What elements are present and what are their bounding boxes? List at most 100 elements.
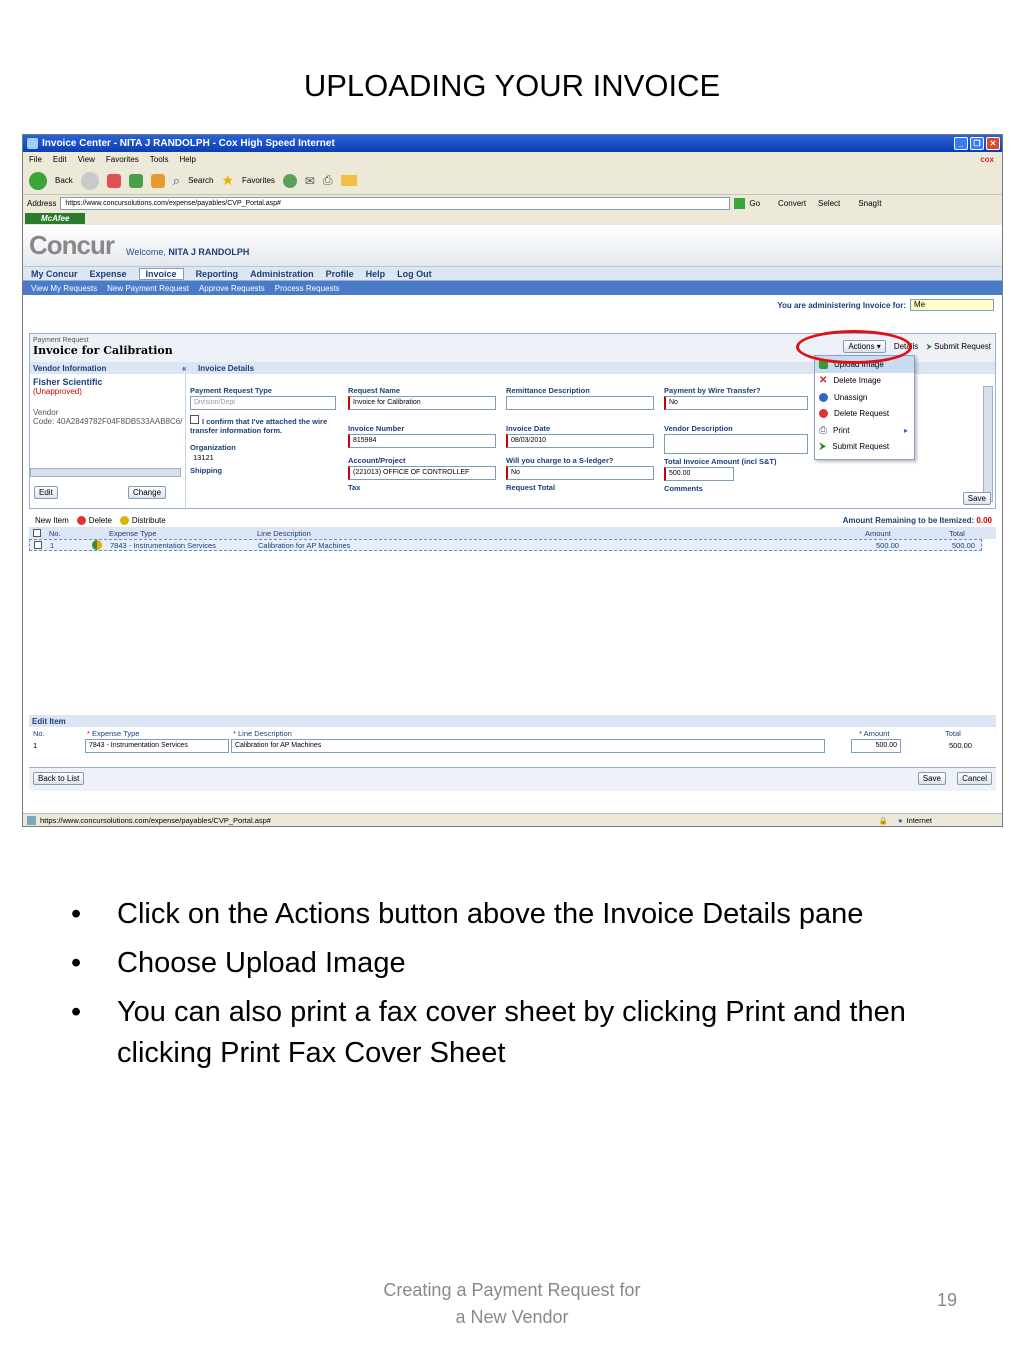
vendor-description-input[interactable] (664, 434, 808, 454)
select-button[interactable]: Select (818, 199, 840, 208)
edit-expense-type-select[interactable]: 7843 - Instrumentation Services (85, 739, 229, 753)
table-row[interactable]: 1 7843 - Instrumentation Services Calibr… (29, 539, 982, 551)
invoice-date-input[interactable]: 08/03/2010 (506, 434, 654, 448)
favorites-icon[interactable]: ★ (221, 172, 234, 189)
edit-col-expense-type: * Expense Type (87, 728, 140, 738)
submit-request-button[interactable]: Submit Request (934, 342, 991, 351)
subnav-new-payment-request[interactable]: New Payment Request (107, 284, 189, 293)
account-label: Account/Project (348, 456, 406, 465)
go-icon[interactable] (734, 197, 746, 209)
subnav-view-my-requests[interactable]: View My Requests (31, 284, 97, 293)
stop-icon[interactable] (106, 173, 121, 188)
menu-delete-request[interactable]: Delete Request (815, 406, 914, 423)
edit-vendor-button[interactable]: Edit (34, 486, 58, 499)
menu-delete-image[interactable]: ✕ Delete Image (815, 373, 914, 390)
vendor-name[interactable]: Fisher Scientific (33, 377, 185, 387)
mcafee-button[interactable]: McAfee (25, 212, 86, 224)
wire-select[interactable]: No (664, 396, 808, 410)
col-expense-type[interactable]: Expense Type (109, 529, 156, 538)
bullet-text: You can also print a fax cover sheet by … (117, 996, 906, 1069)
invoice-number-input[interactable]: 815984 (348, 434, 496, 448)
change-vendor-button[interactable]: Change (128, 486, 167, 499)
nav-help[interactable]: Help (366, 269, 386, 279)
nav-expense[interactable]: Expense (90, 269, 127, 279)
items-header: No. Expense Type Line Description Amount… (29, 527, 996, 539)
subnav-approve-requests[interactable]: Approve Requests (199, 284, 265, 293)
subnav-process-requests[interactable]: Process Requests (275, 284, 340, 293)
go-button[interactable]: Go (749, 199, 760, 208)
select-all-checkbox[interactable] (33, 529, 41, 537)
col-line-description[interactable]: Line Description (257, 529, 311, 538)
forward-icon[interactable] (80, 171, 99, 190)
save-item-button[interactable]: Save (917, 772, 946, 785)
save-details-button[interactable]: Save (962, 492, 991, 505)
menu-help[interactable]: Help (179, 155, 195, 164)
nav-profile[interactable]: Profile (326, 269, 354, 279)
row-checkbox[interactable] (34, 541, 42, 549)
edit-label: Edit (39, 488, 53, 497)
back-label[interactable]: Back (55, 176, 73, 185)
cancel-item-label: Cancel (962, 774, 987, 783)
snagit-button[interactable]: SnagIt (858, 199, 881, 208)
nav-invoice[interactable]: Invoice (138, 267, 184, 280)
refresh-icon[interactable] (128, 173, 143, 188)
admin-select[interactable]: Me (910, 299, 994, 311)
menu-delete-request-label: Delete Request (834, 409, 890, 419)
nav-administration[interactable]: Administration (250, 269, 314, 279)
menu-tools[interactable]: Tools (150, 155, 169, 164)
total-amount-input[interactable]: 500.00 (664, 467, 734, 481)
menu-unassign[interactable]: Unassign (815, 389, 914, 406)
convert-button[interactable]: Convert (778, 199, 806, 208)
vendor-scrollbar[interactable] (30, 468, 181, 477)
edit-col-amount: * Amount (859, 728, 890, 738)
menu-submit-request[interactable]: ⮞ Submit Request (815, 439, 914, 456)
menu-favorites[interactable]: Favorites (106, 155, 139, 164)
save-details-label: Save (967, 494, 986, 503)
search-icon[interactable]: ⌕ (173, 173, 180, 189)
back-to-list-button[interactable]: Back to List (33, 772, 85, 785)
nav-my-concur[interactable]: My Concur (31, 269, 78, 279)
menu-unassign-label: Unassign (834, 392, 868, 402)
remittance-input[interactable] (506, 396, 654, 410)
home-icon[interactable] (150, 173, 165, 188)
col-no[interactable]: No. (49, 529, 61, 538)
print-icon[interactable]: ⎙ (323, 173, 333, 188)
new-item-button[interactable]: New Item (35, 516, 69, 525)
cancel-item-button[interactable]: Cancel (957, 772, 992, 785)
distribute-button[interactable]: Distribute (132, 516, 166, 525)
payment-request-type-select[interactable]: Division/Dept (190, 396, 336, 410)
close-button[interactable]: ✕ (986, 137, 1000, 150)
address-input[interactable]: https://www.concursolutions.com/expense/… (60, 196, 731, 210)
edit-amount-input[interactable]: 500.00 (851, 739, 901, 753)
minimize-button[interactable]: _ (954, 137, 968, 150)
restore-button[interactable]: ❐ (970, 137, 984, 150)
menu-edit[interactable]: Edit (53, 155, 67, 164)
details-scrollbar[interactable] (983, 386, 993, 502)
actions-menu: Upload Image ✕ Delete Image Unassign Dele… (814, 355, 915, 460)
favorites-label[interactable]: Favorites (242, 176, 275, 185)
request-name-input[interactable]: Invoice for Calibration (348, 396, 496, 410)
edit-description-input[interactable]: Calibration for AP Machines (231, 739, 825, 753)
search-label[interactable]: Search (188, 176, 213, 185)
vendor-section-title: Vendor Information (33, 363, 107, 373)
edit-total: 500.00 (949, 741, 972, 750)
menu-print[interactable]: ⎙ Print ▸ (815, 422, 914, 439)
menu-file[interactable]: File (29, 155, 42, 164)
edit-col-no: No. (33, 728, 45, 738)
col-total[interactable]: Total (949, 529, 965, 538)
shipping-label: Shipping (190, 466, 223, 475)
nav-log-out[interactable]: Log Out (397, 269, 432, 279)
collapse-icon[interactable]: « (182, 364, 192, 373)
history-icon[interactable] (282, 173, 297, 188)
col-amount[interactable]: Amount (865, 529, 891, 538)
account-select[interactable]: (221013) OFFICE OF CONTROLLEF (348, 466, 496, 480)
mail-icon[interactable]: ✉ (305, 174, 315, 188)
nav-reporting[interactable]: Reporting (196, 269, 239, 279)
sledger-select[interactable]: No (506, 466, 654, 480)
menu-view[interactable]: View (78, 155, 95, 164)
wire-label: Payment by Wire Transfer? (664, 386, 761, 395)
folder-icon[interactable] (340, 175, 357, 186)
wire-confirm-checkbox[interactable] (190, 415, 199, 424)
delete-item-button[interactable]: Delete (89, 516, 112, 525)
back-icon[interactable] (29, 171, 47, 190)
